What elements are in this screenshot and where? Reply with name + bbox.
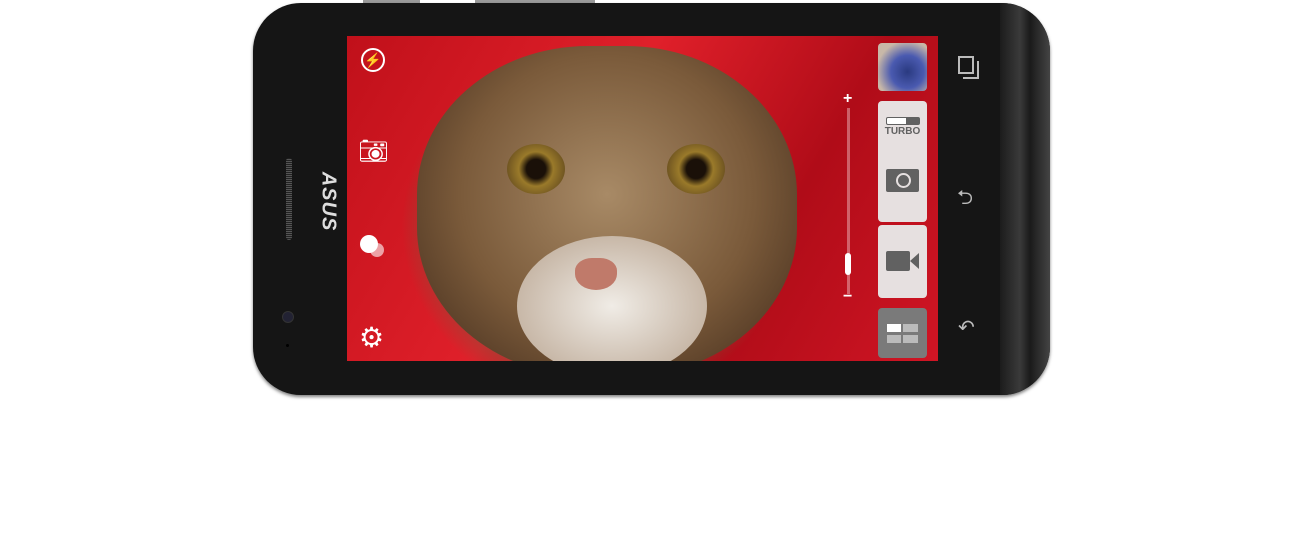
return-icon[interactable]: ↶ bbox=[958, 315, 975, 340]
phone-gloss bbox=[1000, 3, 1050, 395]
gallery-thumbnail[interactable] bbox=[878, 43, 927, 91]
grid-icon bbox=[887, 324, 918, 343]
photo-shutter-button[interactable]: TURBO bbox=[878, 101, 927, 222]
turbo-toggle[interactable] bbox=[886, 117, 920, 125]
zoom-slider-handle[interactable] bbox=[845, 253, 851, 276]
cat-eye-right bbox=[667, 144, 725, 194]
recent-apps-icon[interactable] bbox=[958, 56, 974, 74]
back-icon[interactable]: ⮌ bbox=[957, 183, 973, 217]
turbo-label: TURBO bbox=[884, 126, 921, 137]
switch-camera-icon[interactable]: 📷︎ bbox=[358, 137, 388, 166]
brand-logo: ASUS bbox=[317, 171, 340, 232]
effects-icon[interactable] bbox=[360, 235, 378, 253]
speaker-grille bbox=[286, 158, 292, 240]
front-camera bbox=[282, 311, 294, 323]
zoom-in-label: + bbox=[843, 90, 853, 107]
video-camera-icon bbox=[886, 251, 910, 271]
zoom-out-label: − bbox=[843, 288, 853, 305]
video-record-button[interactable] bbox=[878, 225, 927, 298]
cat-eye-left bbox=[507, 144, 565, 194]
settings-icon[interactable]: ⚙ bbox=[359, 323, 384, 353]
flash-icon[interactable]: ⚡ bbox=[361, 48, 385, 72]
camera-icon bbox=[886, 169, 919, 192]
cat-nose bbox=[575, 258, 617, 290]
mode-grid-button[interactable] bbox=[878, 308, 927, 358]
sensor-dot bbox=[286, 344, 289, 347]
